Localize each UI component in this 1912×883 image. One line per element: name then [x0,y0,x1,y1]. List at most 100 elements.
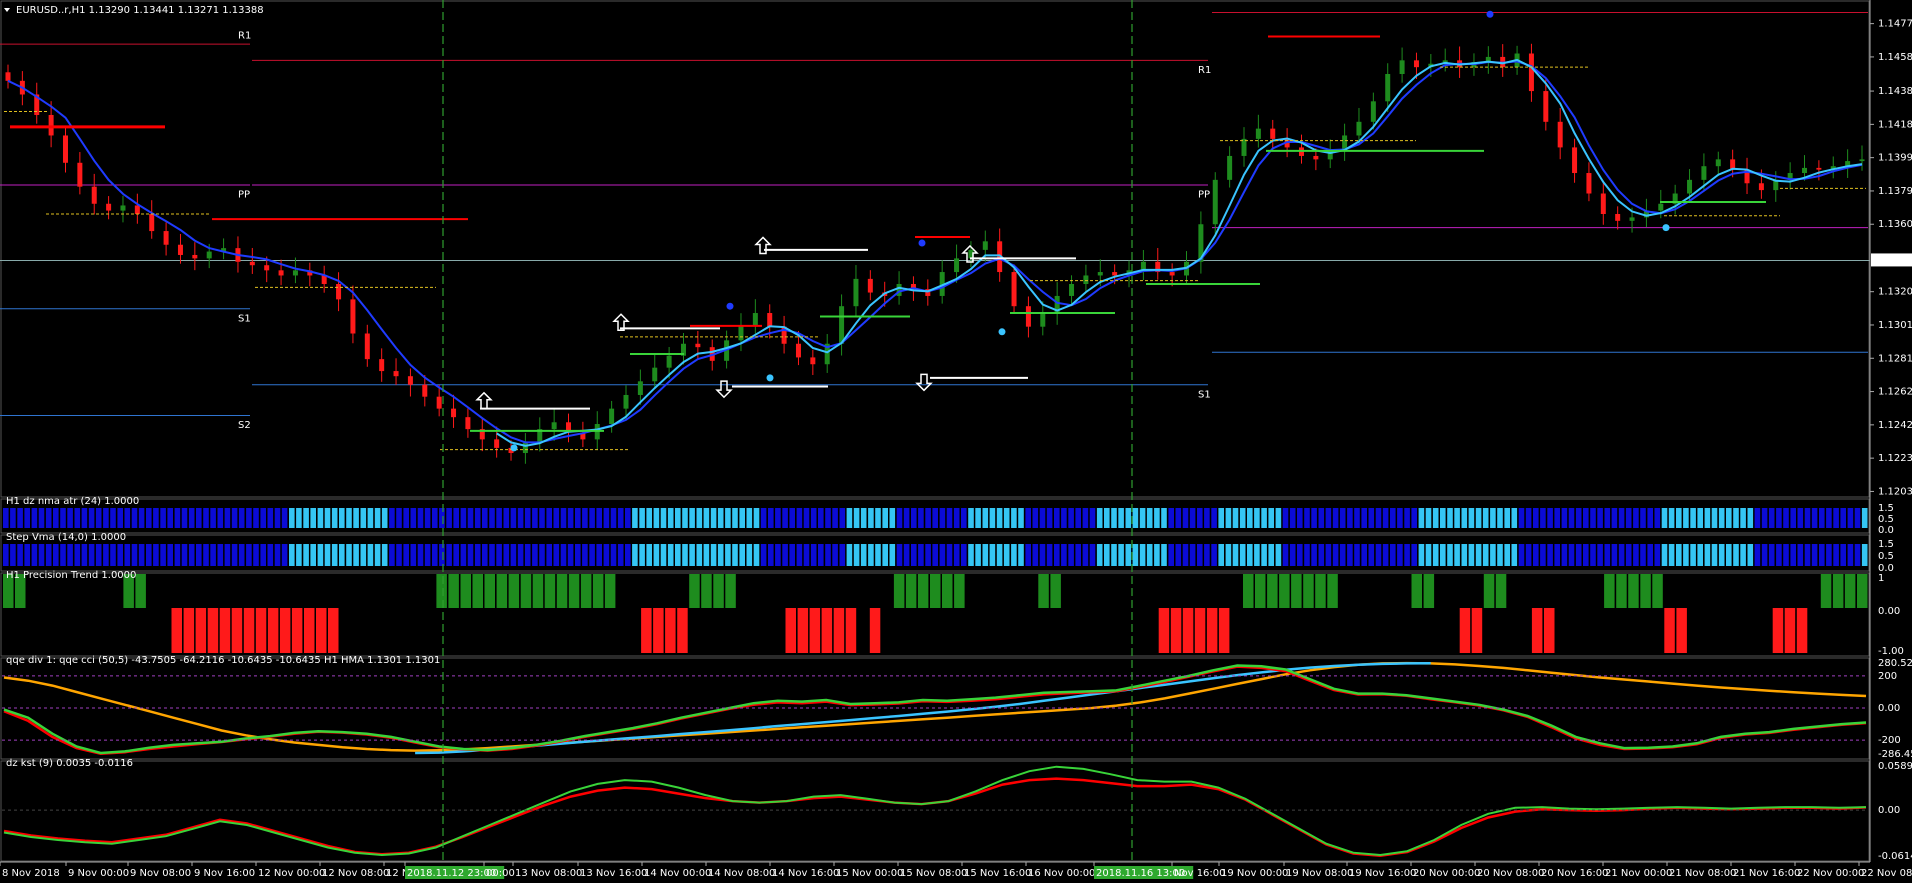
state-bar [625,508,631,528]
state-bar [682,544,688,566]
state-bar [1354,544,1360,566]
state-bar [1132,544,1139,566]
candle-body [177,244,183,255]
trading-chart[interactable]: R1 PP S1 S2 R1 PP S1 1.14775 1.14580 1.14380 1.14… [0,0,1912,883]
state-bar [1325,544,1332,566]
state-bar [1111,544,1117,566]
state-bar [1232,544,1239,566]
state-bar [582,508,588,528]
state-bar [1647,544,1653,566]
state-bar [88,508,95,528]
state-bar [732,544,738,566]
state-bar [1118,544,1124,566]
state-bar [896,508,903,528]
state-bar [1754,544,1761,566]
price-tick-label: 1.12815 [1878,353,1912,364]
state-bar [389,508,395,528]
state-bar [1718,544,1725,566]
state-bar [1382,508,1389,528]
candle-body [1385,74,1391,102]
indicator-tick-label: 0.5 [1878,551,1894,562]
trend-bar-down [255,608,267,653]
state-bar [274,544,281,566]
state-bar [703,508,710,528]
state-bar [1726,508,1732,528]
trend-bar-up [1844,574,1856,608]
state-bar [810,544,817,566]
trend-bar-down [1459,608,1471,653]
state-bar [1089,508,1096,528]
state-bar [1118,508,1124,528]
trend-bar-down [653,608,664,653]
state-bar [146,544,152,566]
trend-bar-down [1676,608,1687,653]
state-bar [453,544,459,566]
candle-body [1629,217,1635,221]
state-bar [417,544,424,566]
trend-bar-up [568,574,580,608]
state-bar [203,544,209,566]
state-bar [1175,544,1182,566]
state-bar [1604,508,1611,528]
state-bar [1425,544,1432,566]
state-bar [1332,544,1339,566]
candle-body [1715,159,1721,167]
candle-body [1097,272,1103,276]
pivot-label: S1 [1198,389,1211,400]
state-bar [1061,544,1067,566]
state-bar [1261,544,1267,566]
state-bar [446,508,452,528]
symbol-line: EURUSD..r,H1 1.13290 1.13441 1.13271 1.1… [16,5,264,16]
state-bar [839,544,846,566]
candle-body [278,270,284,276]
time-tick-label: Nov 16:00 [1174,868,1226,879]
candle-body [77,162,83,187]
trend-bar-down [641,608,652,653]
state-bar [296,544,302,566]
state-bar [1804,508,1811,528]
trend-bar-up [1267,574,1278,608]
price-tick-label: 1.13600 [1878,219,1912,230]
state-bar [231,508,238,528]
state-bar [710,508,717,528]
trend-bar-up [1616,574,1627,608]
state-bar [296,508,302,528]
time-tick-label: 21 Nov 08:00 [1669,868,1736,879]
state-bar [1625,544,1632,566]
candle-body [120,205,126,211]
state-bar [103,508,109,528]
state-bar [353,508,359,528]
state-bar [1197,508,1203,528]
candle-body [752,313,758,325]
state-bar [925,544,931,566]
candle-body [393,371,399,377]
state-bar [446,544,452,566]
state-bar [1811,544,1818,566]
candle-body [62,135,68,163]
state-bar [1025,544,1031,566]
state-bar [510,508,517,528]
state-bar [1482,508,1489,528]
state-bar [1768,508,1775,528]
candle-body [1227,155,1233,180]
state-bar [1054,544,1060,566]
state-bar [1275,508,1282,528]
price-tick-label: 1.14580 [1878,52,1912,63]
state-bar [653,508,660,528]
trend-bar-down [291,608,303,653]
state-bar [903,544,910,566]
state-bar [1368,544,1375,566]
state-bar [1776,508,1782,528]
state-bar [1568,544,1575,566]
state-bar [381,508,388,528]
state-bar [281,544,288,566]
time-tick-label: 9 Nov 16:00 [194,868,255,879]
state-bar [1611,544,1618,566]
indicator-dz-nma-atr[interactable] [3,508,1868,528]
state-bar [1247,544,1253,566]
indicator-step-vma[interactable] [3,544,1868,566]
trend-bar-up [580,574,592,608]
state-bar [803,544,810,566]
state-bar [1440,508,1446,528]
state-bar [939,544,946,566]
